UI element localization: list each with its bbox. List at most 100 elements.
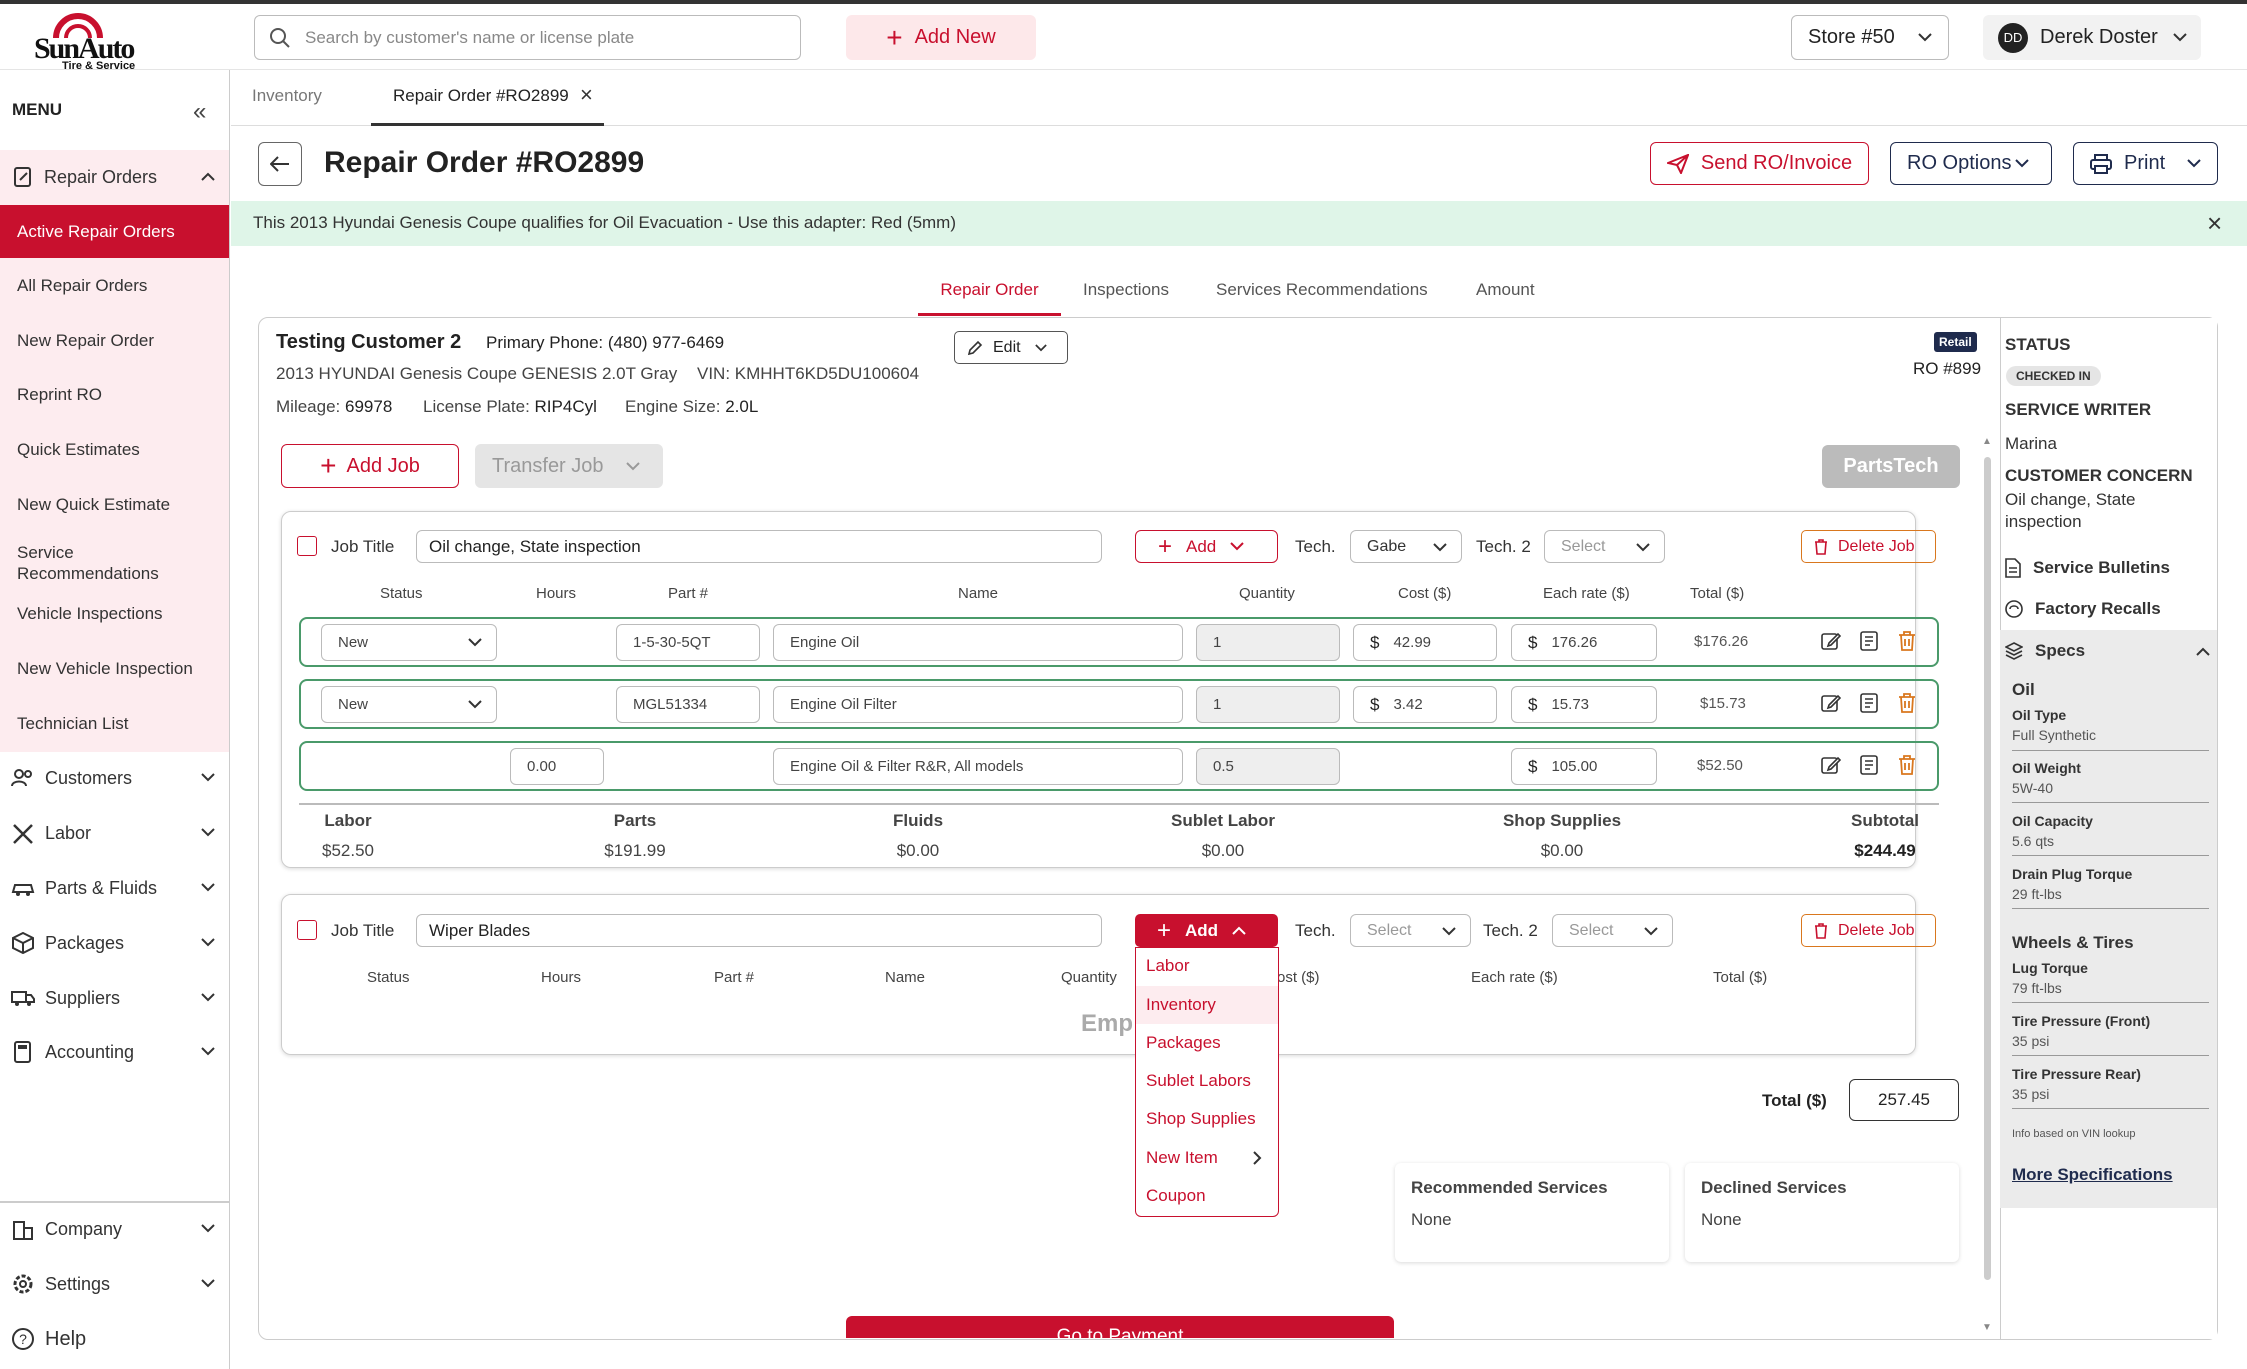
row3-trash-icon[interactable] [1898, 755, 1916, 775]
back-button[interactable] [258, 142, 302, 186]
menu-item-new-item[interactable]: New Item [1136, 1139, 1278, 1177]
sidebar-item-technician-list[interactable]: Technician List [0, 698, 229, 750]
row2-quantity-input[interactable]: 1 [1196, 686, 1340, 723]
edit-customer-button[interactable]: Edit [954, 331, 1068, 364]
tab-inventory[interactable]: Inventory [252, 86, 322, 106]
job2-delete-button[interactable]: Delete Job [1801, 914, 1936, 947]
row2-rate-input[interactable]: $15.73 [1511, 686, 1657, 723]
subtab-inspections[interactable]: Inspections [1083, 280, 1169, 300]
row1-part-input[interactable]: 1-5-30-5QT [616, 624, 760, 661]
factory-recalls-link[interactable]: Factory Recalls [2005, 599, 2161, 619]
nav-company[interactable]: Company [0, 1202, 229, 1256]
print-button[interactable]: Print [2073, 142, 2218, 185]
row1-name-input[interactable]: Engine Oil [773, 624, 1183, 661]
nav-repair-orders[interactable]: Repair Orders [0, 150, 229, 204]
sidebar-item-new-quick-estimate[interactable]: New Quick Estimate [0, 479, 229, 531]
collapse-icon[interactable]: « [193, 100, 206, 124]
banner-close-icon[interactable]: × [2207, 208, 2222, 239]
job1-title-input[interactable]: Oil change, State inspection [416, 530, 1102, 563]
job1-tech-select[interactable]: Gabe [1350, 530, 1462, 563]
row3-name-input[interactable]: Engine Oil & Filter R&R, All models [773, 748, 1183, 785]
nav-parts-fluids-label: Parts & Fluids [45, 877, 158, 898]
row1-notes-icon[interactable] [1860, 631, 1878, 651]
job2-delete-label: Delete Job [1838, 921, 1915, 939]
send-invoice-button[interactable]: Send RO/Invoice [1650, 142, 1869, 185]
menu-item-coupon[interactable]: Coupon [1136, 1177, 1278, 1215]
job2-tech-select[interactable]: Select [1350, 914, 1471, 947]
scroll-up-icon[interactable]: ▲ [1982, 436, 1992, 447]
row3-notes-icon[interactable] [1860, 755, 1878, 775]
row1-status-select[interactable]: New [321, 624, 497, 661]
row2-status-select[interactable]: New [321, 686, 497, 723]
row2-trash-icon[interactable] [1898, 693, 1916, 713]
sidebar-item-new-repair-order[interactable]: New Repair Order [0, 315, 229, 367]
service-bulletins-link[interactable]: Service Bulletins [2005, 558, 2170, 578]
nav-parts-fluids[interactable]: Parts & Fluids [0, 861, 229, 915]
logo[interactable]: SunAuto Tire & Service [30, 10, 156, 72]
close-icon[interactable]: × [580, 82, 593, 108]
row3-edit-icon[interactable] [1821, 755, 1841, 775]
partstech-button[interactable]: PartsTech [1822, 445, 1960, 488]
menu-item-labor[interactable]: Labor [1136, 947, 1278, 985]
tab-repair-order[interactable]: Repair Order #RO2899 × [371, 70, 604, 126]
menu-item-packages[interactable]: Packages [1136, 1024, 1278, 1062]
row2-notes-icon[interactable] [1860, 693, 1878, 713]
row2-cost-input[interactable]: $3.42 [1353, 686, 1497, 723]
sidebar-item-service-recommendations[interactable]: Service Recommendations [0, 535, 170, 591]
nav-help[interactable]: ? Help [0, 1312, 229, 1366]
add-job-button[interactable]: + Add Job [281, 444, 459, 488]
transfer-job-button[interactable]: Transfer Job [475, 444, 663, 488]
add-new-button[interactable]: + Add New [846, 15, 1036, 60]
store-select[interactable]: Store #50 [1791, 15, 1949, 60]
scrollbar[interactable] [1984, 457, 1991, 1280]
specs-toggle[interactable]: Specs [2005, 641, 2210, 661]
subtab-amount[interactable]: Amount [1476, 280, 1535, 300]
nav-labor[interactable]: Labor [0, 806, 229, 860]
ro-number: RO #899 [1913, 359, 1982, 378]
row1-cost-input[interactable]: $42.99 [1353, 624, 1497, 661]
customer-name[interactable]: Testing Customer 2 [276, 331, 461, 354]
row1-trash-icon[interactable] [1898, 631, 1916, 651]
sidebar-item-quick-estimates[interactable]: Quick Estimates [0, 424, 229, 476]
job1-checkbox[interactable] [297, 536, 317, 556]
ro-options-button[interactable]: RO Options [1890, 142, 2052, 185]
nav-suppliers[interactable]: Suppliers [0, 971, 229, 1025]
job2-tech2-select[interactable]: Select [1552, 914, 1673, 947]
search-input[interactable]: Search by customer's name or license pla… [254, 15, 801, 60]
customer-concern-label: CUSTOMER CONCERN [2005, 466, 2193, 485]
row1-quantity-input[interactable]: 1 [1196, 624, 1340, 661]
job2-title-input[interactable]: Wiper Blades [416, 914, 1102, 947]
job1-delete-button[interactable]: Delete Job [1801, 530, 1936, 563]
row3-quantity-input[interactable]: 0.5 [1196, 748, 1340, 785]
job2-checkbox[interactable] [297, 920, 317, 940]
nav-customers[interactable]: Customers [0, 751, 229, 805]
menu-item-inventory[interactable]: Inventory [1136, 986, 1278, 1024]
menu-item-shop-supplies[interactable]: Shop Supplies [1136, 1100, 1278, 1138]
row1-rate-input[interactable]: $176.26 [1511, 624, 1657, 661]
sidebar-item-vehicle-inspections[interactable]: Vehicle Inspections [0, 588, 229, 640]
row2-name-input[interactable]: Engine Oil Filter [773, 686, 1183, 723]
nav-settings[interactable]: Settings [0, 1257, 229, 1311]
user-menu[interactable]: DD Derek Doster [1983, 15, 2201, 60]
go-to-payment-button[interactable]: Go to Payment [846, 1316, 1394, 1338]
vin: VIN: KMHHT6KD5DU100604 [697, 364, 920, 383]
menu-item-sublet-labors[interactable]: Sublet Labors [1136, 1062, 1278, 1100]
more-specifications-link[interactable]: More Specifications [2012, 1165, 2173, 1185]
sidebar-item-all-repair-orders[interactable]: All Repair Orders [0, 260, 229, 312]
row3-rate-input[interactable]: $105.00 [1511, 748, 1657, 785]
subtab-repair-order[interactable]: Repair Order [918, 268, 1061, 316]
nav-packages[interactable]: Packages [0, 916, 229, 970]
sidebar-item-reprint-ro[interactable]: Reprint RO [0, 369, 229, 421]
row2-edit-icon[interactable] [1821, 693, 1841, 713]
row3-hours-input[interactable]: 0.00 [510, 748, 604, 785]
job2-add-button[interactable]: + Add [1135, 914, 1278, 947]
job1-add-button[interactable]: + Add [1135, 530, 1278, 563]
nav-accounting[interactable]: Accounting [0, 1025, 229, 1079]
subtab-services-recommendations[interactable]: Services Recommendations [1216, 280, 1428, 300]
scroll-down-icon[interactable]: ▼ [1982, 1322, 1992, 1333]
row2-part-input[interactable]: MGL51334 [616, 686, 760, 723]
sidebar-item-new-vehicle-inspection[interactable]: New Vehicle Inspection [0, 643, 229, 695]
sidebar-item-active-repair-orders[interactable]: Active Repair Orders [0, 205, 229, 258]
job1-tech2-select[interactable]: Select [1544, 530, 1665, 563]
row1-edit-icon[interactable] [1821, 631, 1841, 651]
